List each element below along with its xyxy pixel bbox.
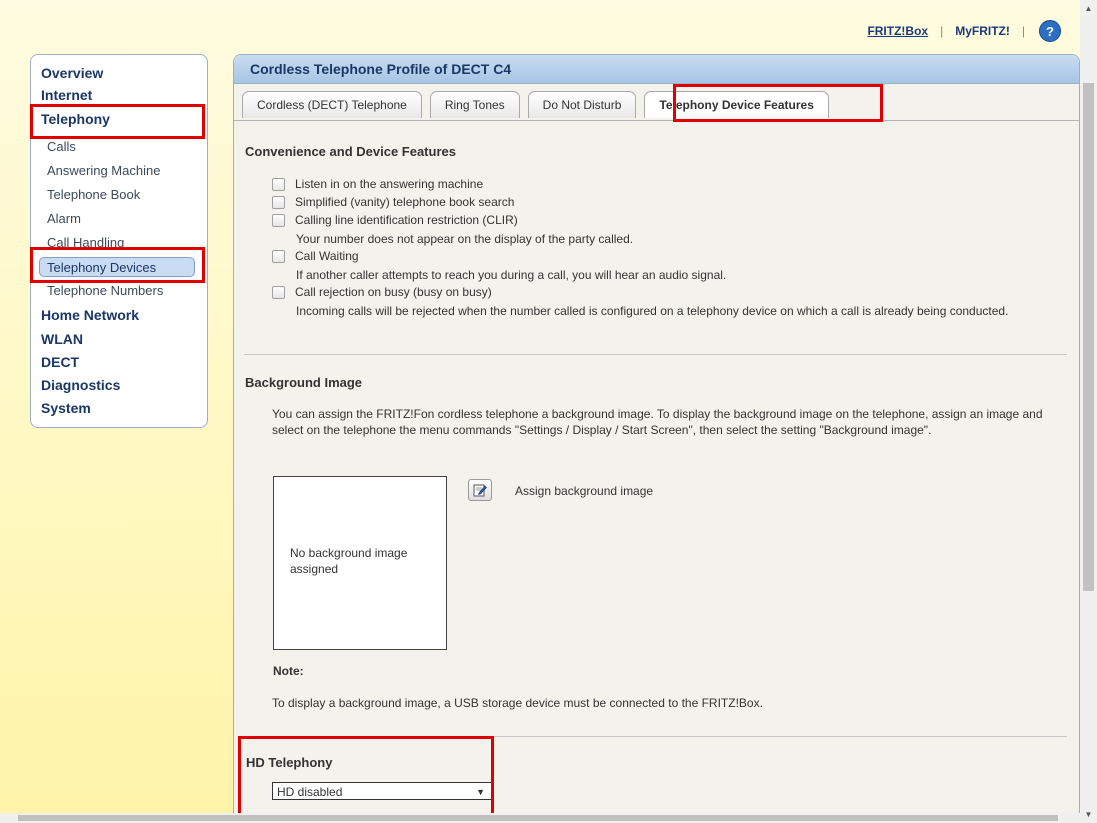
tab-bar: Cordless (DECT) Telephone Ring Tones Do … — [242, 91, 837, 118]
call-waiting-checkbox[interactable] — [272, 249, 285, 263]
scroll-down-icon[interactable]: ▼ — [1080, 806, 1097, 823]
top-links-separator: | — [940, 24, 944, 38]
no-image-text: No background image assigned — [290, 546, 408, 576]
convenience-section-title: Convenience and Device Features — [245, 144, 456, 159]
myfritz-link[interactable]: MyFRITZ! — [955, 24, 1010, 38]
busy-on-busy-label: Call rejection on busy (busy on busy) — [295, 285, 492, 299]
nav-dect[interactable]: DECT — [41, 354, 79, 370]
tab-cordless-telephone[interactable]: Cordless (DECT) Telephone — [242, 91, 422, 118]
hd-telephony-select[interactable]: HD disabled ▼ — [272, 782, 494, 800]
vertical-scroll-thumb[interactable] — [1083, 83, 1094, 591]
main-panel: Cordless Telephone Profile of DECT C4 Co… — [233, 54, 1080, 823]
assign-image-label: Assign background image — [515, 484, 654, 498]
nav-overview[interactable]: Overview — [41, 65, 103, 81]
nav-call-handling[interactable]: Call Handling — [47, 235, 124, 250]
busy-on-busy-option: Call rejection on busy (busy on busy) — [272, 285, 492, 299]
busy-on-busy-description: Incoming calls will be rejected when the… — [296, 304, 1009, 318]
note-text: To display a background image, a USB sto… — [272, 696, 763, 710]
scroll-up-icon[interactable]: ▲ — [1080, 0, 1097, 17]
nav-home-network[interactable]: Home Network — [41, 307, 139, 323]
nav-diagnostics[interactable]: Diagnostics — [41, 377, 120, 393]
vanity-search-option: Simplified (vanity) telephone book searc… — [272, 195, 514, 209]
section-divider — [244, 736, 1067, 737]
tab-do-not-disturb[interactable]: Do Not Disturb — [527, 91, 637, 118]
call-waiting-description: If another caller attempts to reach you … — [296, 268, 727, 282]
nav-wlan[interactable]: WLAN — [41, 331, 83, 347]
horizontal-scroll-thumb[interactable] — [18, 815, 1058, 821]
hd-telephony-title: HD Telephony — [246, 755, 333, 770]
clir-description: Your number does not appear on the displ… — [296, 232, 634, 246]
clir-checkbox[interactable] — [272, 213, 285, 227]
hd-telephony-selected: HD disabled — [277, 785, 343, 799]
tab-ring-tones[interactable]: Ring Tones — [429, 91, 520, 118]
listen-in-option: Listen in on the answering machine — [272, 177, 483, 191]
edit-icon — [473, 484, 487, 497]
nav-internet[interactable]: Internet — [41, 87, 92, 103]
nav-telephony-devices[interactable]: Telephony Devices — [39, 257, 195, 277]
vanity-search-label: Simplified (vanity) telephone book searc… — [295, 195, 515, 209]
fritzbox-link[interactable]: FRITZ!Box — [867, 24, 928, 38]
tab-telephony-device-features[interactable]: Telephony Device Features — [644, 91, 829, 118]
dropdown-arrow-icon: ▼ — [476, 787, 485, 797]
vanity-search-checkbox[interactable] — [272, 195, 285, 209]
note-title: Note: — [273, 664, 304, 678]
vertical-scrollbar[interactable]: ▲ ▼ — [1080, 0, 1097, 823]
nav-system[interactable]: System — [41, 400, 91, 416]
background-image-preview: No background image assigned — [273, 476, 447, 650]
section-divider — [244, 354, 1067, 355]
busy-on-busy-checkbox[interactable] — [272, 285, 285, 299]
clir-option: Calling line identification restriction … — [272, 213, 518, 227]
call-waiting-label: Call Waiting — [295, 249, 359, 263]
horizontal-scrollbar[interactable] — [0, 813, 1080, 823]
nav-answering-machine[interactable]: Answering Machine — [47, 163, 160, 178]
help-icon[interactable]: ? — [1039, 20, 1061, 42]
nav-telephony[interactable]: Telephony — [41, 111, 110, 127]
listen-in-label: Listen in on the answering machine — [295, 177, 484, 191]
assign-image-button[interactable] — [468, 479, 492, 501]
nav-telephone-book[interactable]: Telephone Book — [47, 187, 140, 202]
call-waiting-option: Call Waiting — [272, 249, 359, 263]
nav-alarm[interactable]: Alarm — [47, 211, 81, 226]
background-section-title: Background Image — [245, 375, 363, 390]
top-links-separator: | — [1021, 24, 1025, 38]
background-description: You can assign the FRITZ!Fon cordless te… — [272, 407, 1043, 437]
top-links: FRITZ!Box | MyFRITZ! | ? — [867, 20, 1061, 42]
listen-in-checkbox[interactable] — [272, 177, 285, 191]
clir-label: Calling line identification restriction … — [295, 213, 518, 227]
tab-divider — [234, 120, 1079, 121]
nav-telephone-numbers[interactable]: Telephone Numbers — [47, 283, 163, 298]
nav-calls[interactable]: Calls — [47, 139, 76, 154]
page-title: Cordless Telephone Profile of DECT C4 — [234, 55, 1079, 84]
sidebar-nav: Overview Internet Telephony Calls Answer… — [30, 54, 208, 428]
